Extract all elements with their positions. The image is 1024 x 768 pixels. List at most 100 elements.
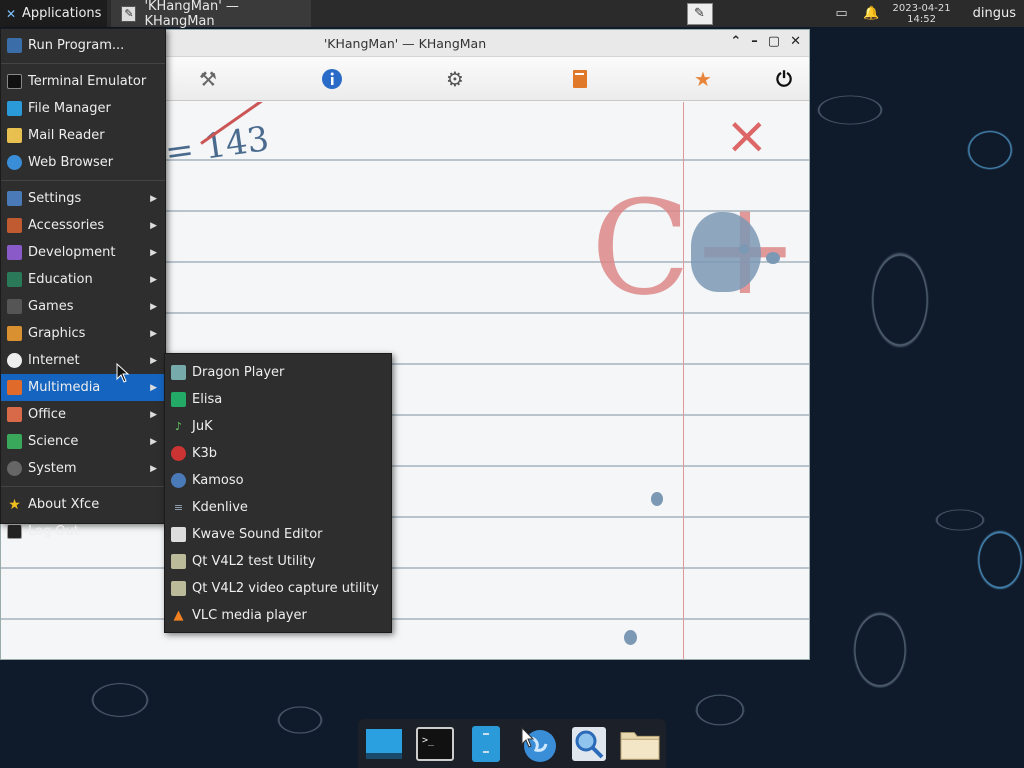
ink-dot — [766, 252, 780, 264]
menu-item-label: File Manager — [28, 101, 111, 116]
menu-item-accessories[interactable]: Accessories ▶ — [1, 212, 165, 239]
xfce-logo-icon: ✕ — [5, 6, 17, 21]
maximize-icon[interactable]: ▢ — [768, 34, 780, 49]
submenu-item-kamoso[interactable]: Kamoso — [165, 467, 391, 494]
submenu-item-kwave[interactable]: Kwave Sound Editor — [165, 521, 391, 548]
settings-icon — [7, 191, 22, 206]
menu-item-log-out[interactable]: Log Out — [1, 518, 165, 545]
workspace-switcher[interactable]: ✎ — [686, 2, 713, 25]
submenu-item-k3b[interactable]: K3b — [165, 440, 391, 467]
kdenlive-icon: ≡ — [173, 501, 184, 514]
battery-icon[interactable]: ▭ — [833, 6, 851, 21]
close-icon[interactable]: ✕ — [790, 34, 801, 49]
ink-dot — [651, 492, 663, 506]
clock-date: 2023-04-21 — [892, 2, 951, 14]
menu-item-office[interactable]: Office ▶ — [1, 401, 165, 428]
power-icon[interactable]: ⏻ — [771, 66, 797, 92]
multimedia-icon — [7, 380, 22, 395]
submenu-item-label: Qt V4L2 video capture utility — [192, 581, 379, 596]
office-icon — [7, 407, 22, 422]
menu-item-multimedia[interactable]: Multimedia ▶ — [1, 374, 165, 401]
system-icon — [7, 461, 22, 476]
notification-bell-icon[interactable]: 🔔 — [863, 6, 881, 21]
info-icon[interactable] — [319, 66, 345, 92]
submenu-item-label: Kwave Sound Editor — [192, 527, 323, 542]
submenu-item-elisa[interactable]: Elisa — [165, 386, 391, 413]
menu-item-development[interactable]: Development ▶ — [1, 239, 165, 266]
submenu-item-label: JuK — [192, 419, 213, 434]
menu-item-settings[interactable]: Settings ▶ — [1, 185, 165, 212]
submenu-arrow-icon: ▶ — [150, 436, 157, 447]
book-icon[interactable] — [567, 66, 593, 92]
terminal-icon[interactable]: >_ — [415, 724, 455, 764]
tools-icon[interactable]: ⚒ — [195, 66, 221, 92]
clock-time: 14:52 — [907, 13, 936, 25]
khangman-app-icon: ✎ — [121, 5, 137, 22]
file-manager-icon — [7, 101, 22, 116]
search-icon[interactable] — [569, 724, 609, 764]
show-desktop-icon[interactable] — [364, 724, 404, 764]
development-icon — [7, 245, 22, 260]
file-manager-icon[interactable] — [466, 724, 506, 764]
menu-item-label: Science — [28, 434, 79, 449]
menu-item-label: Log Out — [28, 524, 79, 539]
submenu-item-juk[interactable]: ♪ JuK — [165, 413, 391, 440]
menu-item-education[interactable]: Education ▶ — [1, 266, 165, 293]
window-title: 'KHangMan' — KHangMan — [323, 35, 487, 51]
menu-separator — [1, 63, 165, 64]
menu-item-label: Web Browser — [28, 155, 114, 170]
ink-splat — [691, 212, 761, 292]
menu-item-about-xfce[interactable]: ★ About Xfce — [1, 491, 165, 518]
submenu-item-vlc[interactable]: ▲ VLC media player — [165, 602, 391, 629]
about-star-icon: ★ — [8, 496, 21, 513]
submenu-item-label: Elisa — [192, 392, 223, 407]
menu-item-file-manager[interactable]: File Manager — [1, 95, 165, 122]
menu-item-label: Education — [28, 272, 93, 287]
svg-text:>_: >_ — [422, 735, 435, 746]
submenu-item-label: K3b — [192, 446, 218, 461]
miss-mark: × — [725, 106, 769, 166]
submenu-arrow-icon: ▶ — [150, 193, 157, 204]
star-icon[interactable]: ★ — [690, 66, 716, 92]
menu-item-games[interactable]: Games ▶ — [1, 293, 165, 320]
chevron-up-icon[interactable]: ⌃ — [730, 34, 741, 49]
mail-icon — [7, 128, 22, 143]
menu-item-label: Accessories — [28, 218, 105, 233]
internet-icon — [7, 353, 22, 368]
menu-item-run-program[interactable]: Run Program... — [1, 32, 165, 59]
menu-item-label: Run Program... — [28, 38, 125, 53]
submenu-item-label: Kdenlive — [192, 500, 248, 515]
submenu-item-qvidcap[interactable]: Qt V4L2 video capture utility — [165, 575, 391, 602]
menu-item-web-browser[interactable]: Web Browser — [1, 149, 165, 176]
taskbar-item-khangman[interactable]: ✎ 'KHangMan' — KHangMan — [111, 0, 312, 29]
web-browser-icon[interactable] — [518, 724, 558, 764]
window-controls: ⌃ – ▢ ✕ — [730, 34, 801, 49]
ink-dot — [624, 630, 637, 645]
submenu-item-dragon-player[interactable]: Dragon Player — [165, 359, 391, 386]
submenu-arrow-icon: ▶ — [150, 409, 157, 420]
terminal-icon — [7, 74, 22, 89]
menu-item-graphics[interactable]: Graphics ▶ — [1, 320, 165, 347]
menu-item-label: Office — [28, 407, 66, 422]
science-icon — [7, 434, 22, 449]
minimize-icon[interactable]: – — [751, 34, 758, 49]
menu-item-mail-reader[interactable]: Mail Reader — [1, 122, 165, 149]
menu-item-system[interactable]: System ▶ — [1, 455, 165, 482]
menu-item-terminal[interactable]: Terminal Emulator — [1, 68, 165, 95]
menu-item-internet[interactable]: Internet ▶ — [1, 347, 165, 374]
user-menu[interactable]: dingus — [973, 6, 1016, 21]
menu-item-label: About Xfce — [28, 497, 100, 512]
submenu-item-label: VLC media player — [192, 608, 307, 623]
applications-menu-button[interactable]: ✕ Applications — [0, 0, 108, 27]
menu-item-science[interactable]: Science ▶ — [1, 428, 165, 455]
submenu-arrow-icon: ▶ — [150, 301, 157, 312]
menu-item-label: System — [28, 461, 77, 476]
folder-icon[interactable] — [620, 724, 660, 764]
submenu-arrow-icon: ▶ — [150, 247, 157, 258]
submenu-arrow-icon: ▶ — [150, 382, 157, 393]
settings-gear-icon[interactable]: ⚙ — [442, 66, 468, 92]
clock[interactable]: 2023-04-21 14:52 — [893, 3, 951, 25]
submenu-item-kdenlive[interactable]: ≡ Kdenlive — [165, 494, 391, 521]
qvidcap-icon — [171, 581, 186, 596]
submenu-item-qv4l2[interactable]: Qt V4L2 test Utility — [165, 548, 391, 575]
